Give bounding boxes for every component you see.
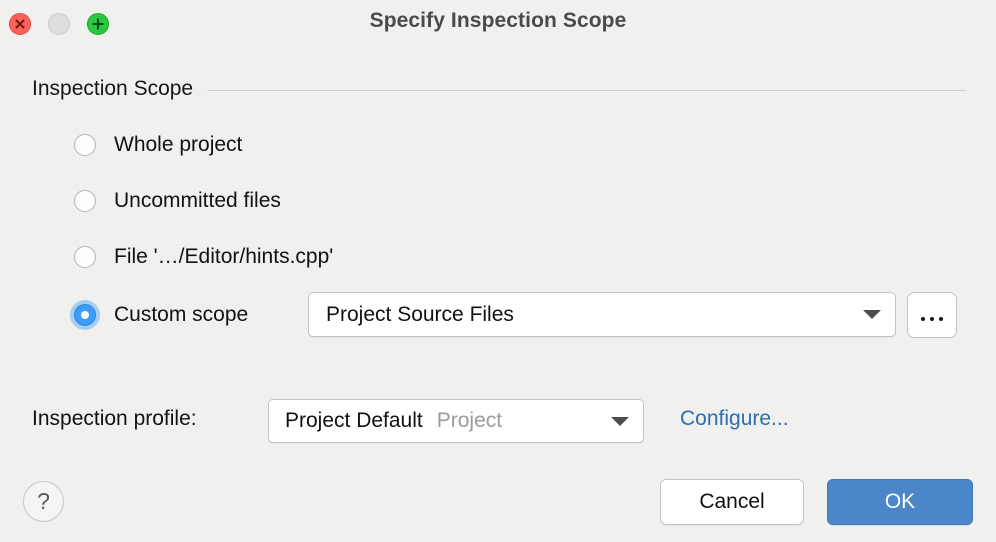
browse-scope-button[interactable] bbox=[907, 292, 957, 338]
radio-label-whole-project: Whole project bbox=[114, 133, 242, 157]
group-separator bbox=[207, 90, 966, 91]
radio-uncommitted-files[interactable]: Uncommitted files bbox=[74, 187, 281, 215]
radio-whole-project[interactable]: Whole project bbox=[74, 131, 242, 159]
inspection-profile-label: Inspection profile: bbox=[32, 407, 197, 431]
chevron-down-icon bbox=[611, 417, 629, 426]
inspection-profile-value: Project Default bbox=[285, 409, 423, 433]
window-title: Specify Inspection Scope bbox=[0, 9, 996, 33]
radio-custom-scope[interactable]: Custom scope bbox=[74, 299, 248, 331]
radio-indicator[interactable] bbox=[74, 134, 96, 156]
inspection-profile-scope-suffix: Project bbox=[437, 409, 502, 433]
question-mark-icon: ? bbox=[37, 490, 50, 513]
title-bar: Specify Inspection Scope bbox=[0, 0, 996, 48]
radio-indicator[interactable] bbox=[74, 190, 96, 212]
configure-link[interactable]: Configure... bbox=[680, 407, 789, 431]
ellipsis-icon bbox=[921, 317, 943, 321]
radio-label-custom-scope: Custom scope bbox=[114, 303, 248, 327]
radio-file[interactable]: File '…/Editor/hints.cpp' bbox=[74, 243, 333, 271]
radio-indicator-selected[interactable] bbox=[74, 304, 96, 326]
help-button[interactable]: ? bbox=[23, 481, 64, 522]
custom-scope-value: Project Source Files bbox=[326, 303, 863, 327]
cancel-button[interactable]: Cancel bbox=[660, 479, 804, 525]
ok-button[interactable]: OK bbox=[827, 479, 973, 525]
group-header-label: Inspection Scope bbox=[32, 77, 193, 101]
inspection-scope-group-header: Inspection Scope bbox=[32, 76, 966, 102]
radio-label-uncommitted-files: Uncommitted files bbox=[114, 189, 281, 213]
custom-scope-dropdown[interactable]: Project Source Files bbox=[308, 292, 896, 337]
radio-indicator[interactable] bbox=[74, 246, 96, 268]
chevron-down-icon bbox=[863, 310, 881, 319]
radio-label-file: File '…/Editor/hints.cpp' bbox=[114, 245, 333, 269]
inspection-profile-dropdown[interactable]: Project Default Project bbox=[268, 399, 644, 443]
